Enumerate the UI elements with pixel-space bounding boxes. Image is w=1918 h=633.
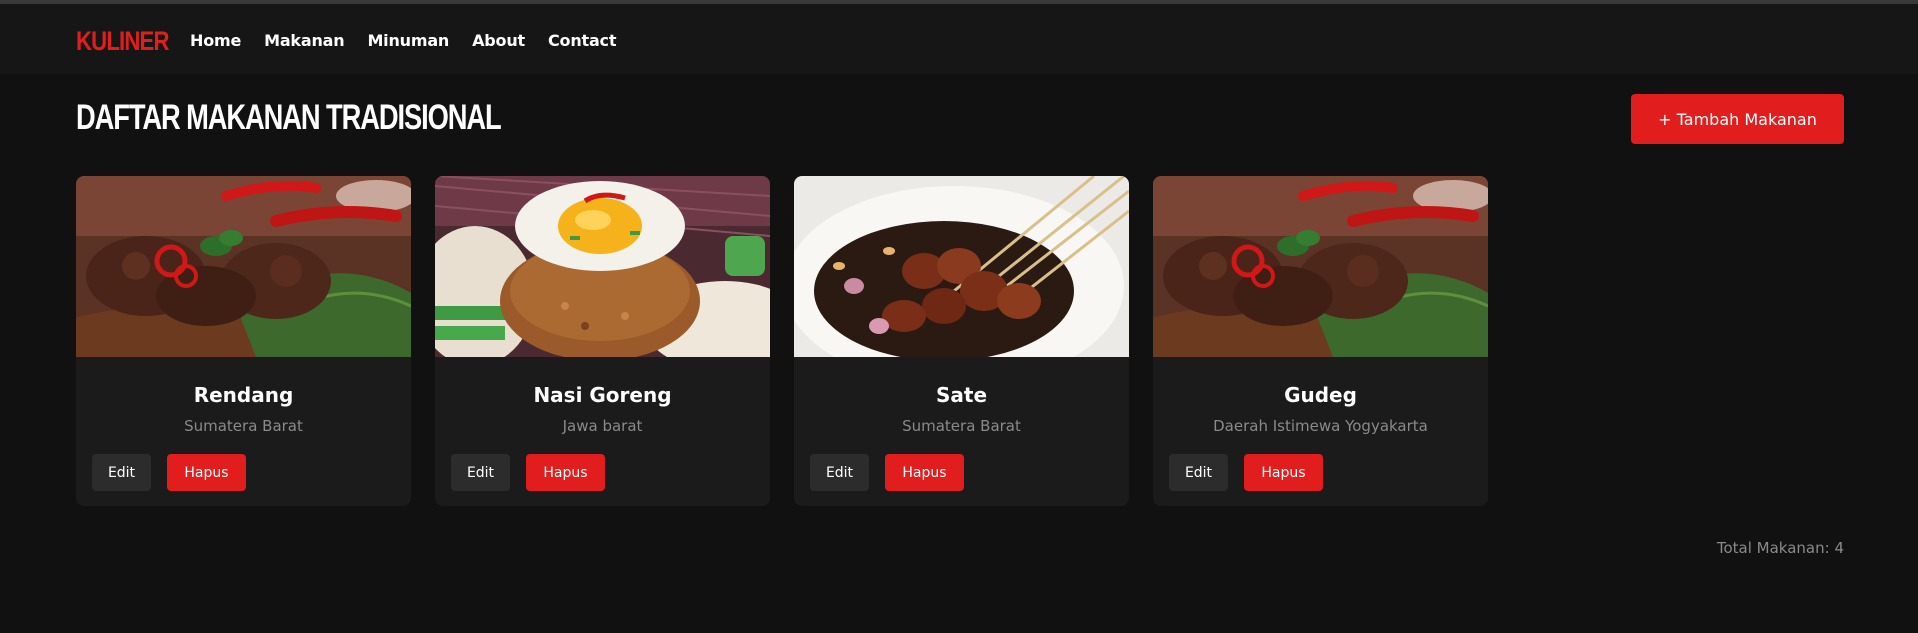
page-title: DAFTAR MAKANAN TRADISIONAL [76,98,502,137]
card-actions: Edit Hapus [92,454,246,491]
delete-button[interactable]: Hapus [167,454,246,491]
edit-button[interactable]: Edit [810,454,869,491]
card-actions: Edit Hapus [1169,454,1323,491]
edit-button[interactable]: Edit [92,454,151,491]
sate-photo [794,176,1129,357]
nav-link-contact[interactable]: Contact [548,29,617,53]
nav-link-minuman[interactable]: Minuman [367,29,449,53]
food-card: Rendang Sumatera Barat Edit Hapus [76,176,411,506]
food-origin: Sumatera Barat [184,417,303,435]
delete-button[interactable]: Hapus [885,454,964,491]
food-origin: Sumatera Barat [902,417,1021,435]
rendang-photo [1153,176,1488,357]
food-card: Nasi Goreng Jawa barat Edit Hapus [435,176,770,506]
edit-button[interactable]: Edit [451,454,510,491]
food-name: Nasi Goreng [533,383,672,407]
delete-button[interactable]: Hapus [526,454,605,491]
nav-link-about[interactable]: About [472,29,525,53]
navbar: KULINER Home Makanan Minuman About Conta… [0,4,1918,74]
nav-link-makanan[interactable]: Makanan [264,29,345,53]
nav-links: Home Makanan Minuman About Contact [190,29,639,53]
food-origin: Jawa barat [562,417,643,435]
delete-button[interactable]: Hapus [1244,454,1323,491]
card-actions: Edit Hapus [451,454,605,491]
nav-link-home[interactable]: Home [190,29,241,53]
food-card: Gudeg Daerah Istimewa Yogyakarta Edit Ha… [1153,176,1488,506]
food-name: Gudeg [1284,383,1357,407]
rendang-photo [76,176,411,357]
food-name: Rendang [193,383,294,407]
total-count: Total Makanan: 4 [1716,539,1844,557]
food-card: Sate Sumatera Barat Edit Hapus [794,176,1129,506]
card-actions: Edit Hapus [810,454,964,491]
edit-button[interactable]: Edit [1169,454,1228,491]
food-card-list: Rendang Sumatera Barat Edit Hapus Nasi G… [76,176,1488,506]
food-name: Sate [935,383,988,407]
nasi-goreng-photo [435,176,770,357]
add-food-button[interactable]: + Tambah Makanan [1631,94,1844,144]
food-origin: Daerah Istimewa Yogyakarta [1213,417,1428,435]
brand-logo[interactable]: KULINER [76,25,169,57]
